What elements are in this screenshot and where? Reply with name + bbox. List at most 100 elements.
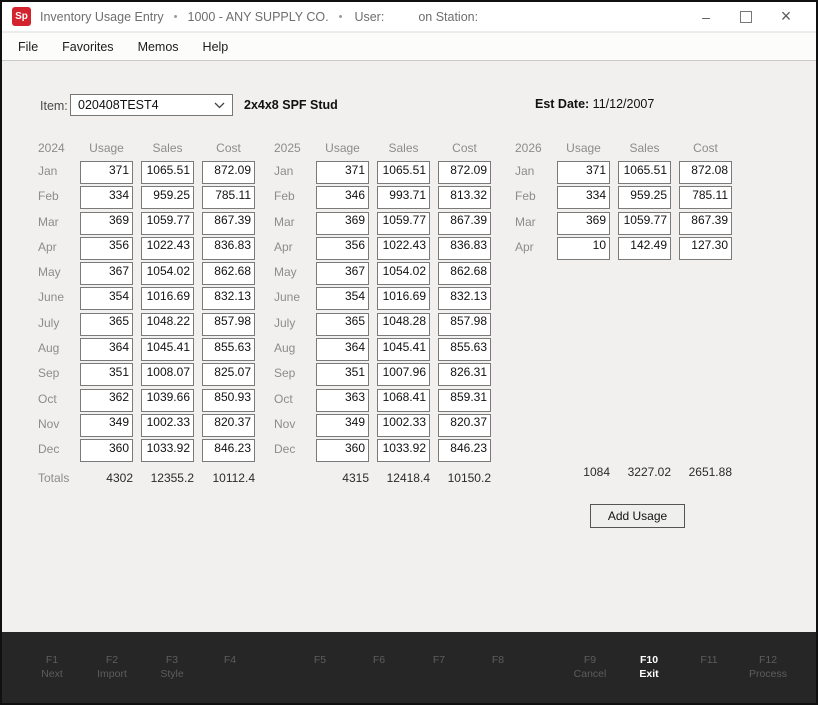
fkey-f1[interactable]: F1Next [20,653,84,681]
cost-input-2026-jan[interactable] [679,161,732,184]
sales-input-2025-may[interactable] [377,262,430,285]
sales-input-2024-nov[interactable] [141,414,194,437]
fkey-f6[interactable]: F6 [347,653,411,667]
cost-input-2024-apr[interactable] [202,237,255,260]
fkey-f10[interactable]: F10Exit [617,653,681,681]
usage-input-2026-feb[interactable] [557,186,610,209]
sales-input-2024-july[interactable] [141,313,194,336]
cost-input-2025-mar[interactable] [438,212,491,235]
minimize-button[interactable]: – [686,2,726,31]
add-usage-button[interactable]: Add Usage [590,504,685,528]
cost-input-2024-feb[interactable] [202,186,255,209]
sales-input-2024-may[interactable] [141,262,194,285]
menu-item-help[interactable]: Help [203,40,229,54]
cost-input-2024-dec[interactable] [202,439,255,462]
usage-input-2025-apr[interactable] [316,237,369,260]
cost-input-2025-oct[interactable] [438,389,491,412]
sales-input-2024-feb[interactable] [141,186,194,209]
sales-input-2024-jan[interactable] [141,161,194,184]
cost-input-2024-july[interactable] [202,313,255,336]
cost-input-2024-oct[interactable] [202,389,255,412]
menu-item-file[interactable]: File [18,40,38,54]
usage-input-2024-nov[interactable] [80,414,133,437]
cost-input-2025-jan[interactable] [438,161,491,184]
cost-input-2024-mar[interactable] [202,212,255,235]
sales-input-2024-mar[interactable] [141,212,194,235]
sales-input-2025-aug[interactable] [377,338,430,361]
menu-item-memos[interactable]: Memos [138,40,179,54]
usage-input-2025-may[interactable] [316,262,369,285]
usage-input-2025-sep[interactable] [316,363,369,386]
usage-input-2025-oct[interactable] [316,389,369,412]
cost-input-2024-jan[interactable] [202,161,255,184]
sales-input-2025-july[interactable] [377,313,430,336]
fkey-f7[interactable]: F7 [407,653,471,667]
fkey-f12[interactable]: F12Process [736,653,800,681]
cost-input-2026-apr[interactable] [679,237,732,260]
fkey-f3[interactable]: F3Style [140,653,204,681]
sales-input-2026-mar[interactable] [618,212,671,235]
sales-input-2024-aug[interactable] [141,338,194,361]
cost-input-2025-may[interactable] [438,262,491,285]
usage-input-2025-dec[interactable] [316,439,369,462]
usage-input-2026-jan[interactable] [557,161,610,184]
sales-input-2025-apr[interactable] [377,237,430,260]
sales-input-2025-dec[interactable] [377,439,430,462]
cost-input-2025-aug[interactable] [438,338,491,361]
cost-input-2025-dec[interactable] [438,439,491,462]
cost-input-2025-sep[interactable] [438,363,491,386]
usage-input-2024-mar[interactable] [80,212,133,235]
usage-input-2024-july[interactable] [80,313,133,336]
sales-input-2025-nov[interactable] [377,414,430,437]
fkey-f5[interactable]: F5 [288,653,352,667]
sales-input-2025-sep[interactable] [377,363,430,386]
sales-input-2026-apr[interactable] [618,237,671,260]
usage-input-2024-june[interactable] [80,287,133,310]
fkey-f8[interactable]: F8 [466,653,530,667]
usage-input-2026-apr[interactable] [557,237,610,260]
usage-input-2024-aug[interactable] [80,338,133,361]
fkey-f9[interactable]: F9Cancel [558,653,622,681]
usage-input-2025-aug[interactable] [316,338,369,361]
usage-input-2024-sep[interactable] [80,363,133,386]
cost-input-2025-nov[interactable] [438,414,491,437]
close-button[interactable]: × [766,2,806,31]
cost-input-2025-july[interactable] [438,313,491,336]
cost-input-2026-feb[interactable] [679,186,732,209]
usage-input-2025-jan[interactable] [316,161,369,184]
sales-input-2024-sep[interactable] [141,363,194,386]
cost-input-2024-aug[interactable] [202,338,255,361]
sales-input-2024-apr[interactable] [141,237,194,260]
usage-input-2025-mar[interactable] [316,212,369,235]
sales-input-2026-feb[interactable] [618,186,671,209]
maximize-button[interactable] [726,2,766,31]
sales-input-2025-oct[interactable] [377,389,430,412]
sales-input-2024-oct[interactable] [141,389,194,412]
fkey-f11[interactable]: F11 [677,653,741,667]
usage-input-2024-feb[interactable] [80,186,133,209]
usage-input-2025-feb[interactable] [316,186,369,209]
cost-input-2025-feb[interactable] [438,186,491,209]
menu-item-favorites[interactable]: Favorites [62,40,113,54]
sales-input-2026-jan[interactable] [618,161,671,184]
usage-input-2026-mar[interactable] [557,212,610,235]
cost-input-2026-mar[interactable] [679,212,732,235]
usage-input-2024-oct[interactable] [80,389,133,412]
fkey-f4[interactable]: F4 [198,653,262,667]
cost-input-2025-june[interactable] [438,287,491,310]
sales-input-2025-mar[interactable] [377,212,430,235]
fkey-f2[interactable]: F2Import [80,653,144,681]
usage-input-2025-nov[interactable] [316,414,369,437]
usage-input-2024-apr[interactable] [80,237,133,260]
sales-input-2024-dec[interactable] [141,439,194,462]
cost-input-2024-june[interactable] [202,287,255,310]
sales-input-2025-feb[interactable] [377,186,430,209]
usage-input-2024-dec[interactable] [80,439,133,462]
usage-input-2024-may[interactable] [80,262,133,285]
cost-input-2025-apr[interactable] [438,237,491,260]
sales-input-2025-june[interactable] [377,287,430,310]
sales-input-2025-jan[interactable] [377,161,430,184]
usage-input-2025-june[interactable] [316,287,369,310]
sales-input-2024-june[interactable] [141,287,194,310]
cost-input-2024-nov[interactable] [202,414,255,437]
